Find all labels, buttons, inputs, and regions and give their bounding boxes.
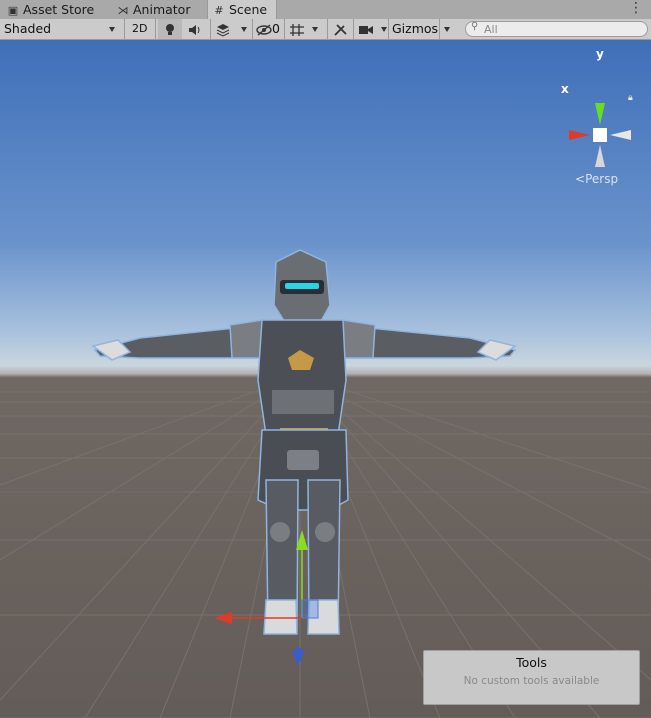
robot-character [91, 249, 517, 635]
toolbar-divider [252, 19, 253, 39]
toolbar-divider [210, 19, 211, 39]
camera-dropdown[interactable] [358, 19, 387, 39]
effects-dropdown[interactable] [215, 19, 247, 39]
window-tab-bar: ▣ Asset Store ⋊ Animator # Scene ⋮ [0, 0, 651, 20]
chevron-down-icon [109, 27, 115, 32]
grid-icon: # [214, 4, 224, 17]
lock-icon[interactable]: 🔒︎ [628, 93, 633, 103]
tools-title: Tools [516, 655, 547, 670]
gizmo-y-label: y [596, 47, 604, 61]
wrench-icon [334, 23, 347, 36]
tab-asset-store[interactable]: ▣ Asset Store [6, 0, 94, 19]
tab-asset-store-label: Asset Store [23, 2, 95, 17]
grid-toggle-button[interactable] [289, 19, 305, 39]
hidden-count: 0 [272, 21, 280, 36]
gizmos-button[interactable]: Gizmos [392, 19, 438, 39]
tools-overlay-panel: Tools No custom tools available [423, 650, 640, 705]
toolbar-divider [388, 19, 389, 39]
scene-render [0, 249, 651, 718]
scene-toolbar: Shaded 2D 0 Gizmos ⚲ [0, 19, 651, 40]
move-tool-handles[interactable] [214, 530, 319, 666]
tab-animator-label: Animator [133, 2, 191, 17]
audio-toggle-button[interactable] [188, 19, 202, 39]
tab-animator[interactable]: ⋊ Animator [116, 0, 191, 19]
lightbulb-icon [166, 23, 174, 35]
hidden-objects-toggle[interactable]: 0 [256, 19, 280, 39]
grid-options-dropdown[interactable] [312, 19, 318, 39]
tab-scene-label: Scene [229, 2, 268, 17]
chevron-down-icon [444, 27, 450, 32]
scene-viewport[interactable]: y x 🔒︎ <Persp Tools No custom tools avai… [0, 40, 651, 718]
tools-toggle-button[interactable] [333, 19, 348, 39]
toolbar-divider [155, 19, 156, 39]
search-icon: ⚲ [471, 21, 479, 32]
toolbar-divider [327, 19, 328, 39]
toolbar-divider [124, 19, 125, 39]
lighting-toggle-button[interactable] [158, 19, 182, 39]
projection-toggle[interactable]: <Persp [575, 172, 618, 186]
tools-subtitle: No custom tools available [463, 675, 600, 687]
layers-icon [216, 23, 230, 37]
camera-icon [359, 25, 373, 34]
draw-mode-dropdown[interactable]: Shaded [4, 19, 118, 39]
gizmo-x-label: x [561, 82, 569, 96]
grid-snap-icon [290, 23, 304, 36]
chevron-down-icon [312, 27, 318, 32]
shopping-bag-icon: ▣ [7, 4, 19, 17]
scene-search-field[interactable]: ⚲ [465, 21, 648, 37]
more-options-icon[interactable]: ⋮ [629, 0, 643, 19]
draw-mode-label: Shaded [4, 21, 52, 36]
toolbar-divider [439, 19, 440, 39]
animator-icon: ⋊ [117, 4, 129, 17]
projection-label: Persp [585, 172, 619, 186]
tab-scene[interactable]: # Scene [207, 0, 277, 20]
toolbar-divider [284, 19, 285, 39]
search-input[interactable] [484, 22, 639, 36]
toolbar-divider [353, 19, 354, 39]
chevron-down-icon [380, 27, 387, 32]
chevron-down-icon [240, 27, 247, 32]
2d-toggle-button[interactable]: 2D [132, 19, 147, 39]
speaker-icon [189, 24, 200, 35]
eye-hidden-icon [256, 23, 272, 36]
gizmos-dropdown[interactable] [444, 19, 450, 39]
perspective-icon: < [575, 172, 586, 186]
